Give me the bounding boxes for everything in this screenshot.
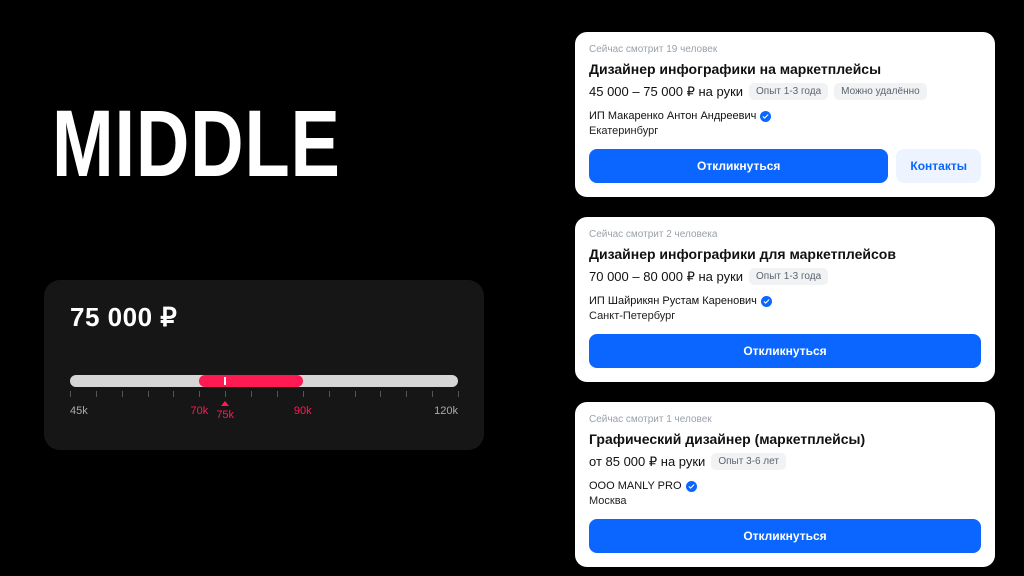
slider-tick bbox=[432, 391, 433, 397]
salary-slider[interactable]: 75k bbox=[70, 375, 458, 391]
slider-tick bbox=[406, 391, 407, 397]
slider-tick bbox=[148, 391, 149, 397]
slider-tick bbox=[277, 391, 278, 397]
card-salary-row: 45 000 – 75 000 ₽ на руки Опыт 1-3 года Мо… bbox=[589, 83, 981, 100]
slider-tick bbox=[199, 391, 200, 397]
slider-label-max: 120k bbox=[434, 405, 458, 417]
card-actions: ОткликнутьсяКонтакты bbox=[589, 149, 981, 183]
card-title[interactable]: Дизайнер инфографики для маркетплейсов bbox=[589, 246, 981, 262]
slider-tick bbox=[70, 391, 71, 397]
card-title[interactable]: Графический дизайнер (маркетплейсы) bbox=[589, 431, 981, 447]
slider-tick bbox=[122, 391, 123, 397]
card-viewers: Сейчас смотрит 1 человек bbox=[589, 414, 981, 425]
slider-tick bbox=[225, 391, 226, 397]
verified-icon bbox=[761, 296, 772, 307]
slider-tick bbox=[173, 391, 174, 397]
slider-pointer-icon bbox=[221, 401, 229, 406]
card-city: Екатеринбург bbox=[589, 125, 981, 137]
verified-icon bbox=[760, 111, 771, 122]
slider-caret-icon bbox=[224, 377, 226, 385]
job-card[interactable]: Сейчас смотрит 19 человек Дизайнер инфогр… bbox=[575, 32, 995, 197]
card-employer-name: ИП Макаренко Антон Андреевич bbox=[589, 110, 756, 122]
card-viewers: Сейчас смотрит 19 человек bbox=[589, 44, 981, 55]
card-salary: 45 000 – 75 000 ₽ на руки bbox=[589, 84, 743, 100]
card-salary-row: от 85 000 ₽ на руки Опыт 3-6 лет bbox=[589, 453, 981, 470]
contacts-button[interactable]: Контакты bbox=[896, 149, 981, 183]
card-city: Санкт-Петербург bbox=[589, 310, 981, 322]
slider-label-to: 90k bbox=[294, 405, 312, 417]
card-chip: Опыт 3-6 лет bbox=[711, 453, 786, 470]
card-salary-row: 70 000 – 80 000 ₽ на руки Опыт 1-3 года bbox=[589, 268, 981, 285]
card-employer[interactable]: ИП Шайрикян Рустам Каренович bbox=[589, 295, 981, 307]
slider-tick bbox=[251, 391, 252, 397]
job-cards-list: Сейчас смотрит 19 человек Дизайнер инфогр… bbox=[575, 32, 995, 567]
verified-icon bbox=[686, 481, 697, 492]
card-employer-name: ИП Шайрикян Рустам Каренович bbox=[589, 295, 757, 307]
slider-pointer-label: 75k bbox=[216, 409, 234, 421]
card-chip: Опыт 1-3 года bbox=[749, 83, 828, 100]
salary-slider-card: 75 000 ₽ 75k 45k 70k 90k 120k bbox=[44, 280, 484, 450]
level-title: MIDDLE bbox=[52, 90, 341, 199]
card-title[interactable]: Дизайнер инфографики на маркетплейсы bbox=[589, 61, 981, 77]
card-chip: Можно удалённо bbox=[834, 83, 927, 100]
slider-tick bbox=[303, 391, 304, 397]
apply-button[interactable]: Откликнуться bbox=[589, 519, 981, 553]
card-salary: 70 000 – 80 000 ₽ на руки bbox=[589, 269, 743, 285]
card-salary: от 85 000 ₽ на руки bbox=[589, 454, 705, 470]
slider-ticks bbox=[70, 391, 458, 399]
slider-range[interactable] bbox=[199, 375, 302, 387]
slider-label-from: 70k bbox=[190, 405, 208, 417]
card-city: Москва bbox=[589, 495, 981, 507]
card-actions: Откликнуться bbox=[589, 519, 981, 553]
card-employer-name: ООО MANLY PRO bbox=[589, 480, 682, 492]
slider-tick bbox=[96, 391, 97, 397]
apply-button[interactable]: Откликнуться bbox=[589, 149, 888, 183]
slider-tick bbox=[355, 391, 356, 397]
apply-button[interactable]: Откликнуться bbox=[589, 334, 981, 368]
card-employer[interactable]: ООО MANLY PRO bbox=[589, 480, 981, 492]
card-chip: Опыт 1-3 года bbox=[749, 268, 828, 285]
slider-tick bbox=[380, 391, 381, 397]
job-card[interactable]: Сейчас смотрит 1 человек Графический диза… bbox=[575, 402, 995, 567]
job-card[interactable]: Сейчас смотрит 2 человека Дизайнер инфогр… bbox=[575, 217, 995, 382]
slider-tick bbox=[329, 391, 330, 397]
slider-value: 75 000 ₽ bbox=[70, 302, 458, 333]
slider-label-min: 45k bbox=[70, 405, 88, 417]
card-actions: Откликнуться bbox=[589, 334, 981, 368]
card-viewers: Сейчас смотрит 2 человека bbox=[589, 229, 981, 240]
slider-tick bbox=[458, 391, 459, 397]
card-employer[interactable]: ИП Макаренко Антон Андреевич bbox=[589, 110, 981, 122]
